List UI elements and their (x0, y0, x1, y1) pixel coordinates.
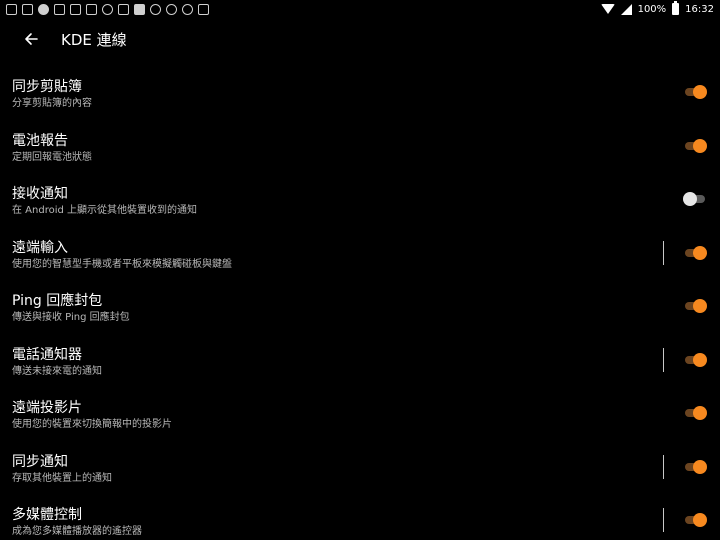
page-title: KDE 連線 (61, 30, 127, 49)
setting-title: 同步通知 (12, 453, 68, 470)
whatsapp-icon (166, 3, 177, 15)
setting-subtitle: 傳送與接收 Ping 回應封包 (12, 312, 130, 323)
app-bar: KDE 連線 (0, 18, 720, 60)
setting-subtitle: 使用您的智慧型手機或者平板來模擬觸碰板與鍵盤 (12, 258, 232, 270)
setting-subtitle: 分享剪貼簿的內容 (12, 98, 92, 109)
setting-subtitle: 存取其他裝置上的通知 (12, 472, 112, 484)
setting-title: 遠端投影片 (12, 400, 82, 416)
mail-icon (22, 3, 33, 15)
back-button[interactable] (17, 25, 45, 53)
setting-subtitle: 在 Android 上顯示從其他裝置收到的通知 (12, 205, 198, 216)
status-bar: 100% 16:32 (0, 0, 720, 18)
settings-divider (663, 347, 664, 372)
instagram-icon (198, 3, 209, 15)
image-icon (134, 3, 145, 15)
toggle-switch[interactable] (683, 513, 708, 527)
battery-percent: 100% (637, 3, 667, 15)
toggle-thumb (693, 352, 707, 367)
settings-row[interactable]: 遠端投影片使用您的裝置來切換簡報中的投影片 (0, 391, 720, 445)
setting-title: 電池報告 (12, 132, 68, 149)
notification-icons (6, 3, 209, 15)
toggle-thumb (693, 459, 707, 474)
setting-subtitle: 成為您多媒體播放器的遙控器 (12, 526, 142, 537)
instagram-icon (70, 3, 81, 15)
setting-title: 電話通知器 (12, 346, 82, 363)
setting-title: 遠端輸入 (12, 239, 68, 256)
settings-row[interactable]: 同步剪貼簿分享剪貼簿的內容 (0, 70, 720, 124)
settings-divider (663, 454, 664, 479)
setting-title: 同步剪貼簿 (12, 79, 82, 95)
setting-subtitle: 傳送未接來電的通知 (12, 365, 102, 377)
settings-row[interactable]: 接收通知在 Android 上顯示從其他裝置收到的通知 (0, 177, 720, 231)
settings-row[interactable]: Ping 回應封包傳送與接收 Ping 回應封包 (0, 284, 720, 338)
toggle-switch[interactable] (683, 192, 708, 206)
toggle-thumb (683, 192, 697, 206)
toggle-thumb (693, 406, 707, 420)
toggle-thumb (693, 85, 707, 99)
settings-divider (663, 240, 664, 265)
settings-row[interactable]: 同步通知存取其他裝置上的通知 (0, 445, 720, 499)
setting-subtitle: 使用您的裝置來切換簡報中的投影片 (12, 419, 172, 430)
instagram-icon (54, 3, 65, 15)
settings-row[interactable]: 多媒體控制成為您多媒體播放器的遙控器 (0, 498, 720, 540)
toggle-thumb (693, 245, 707, 260)
setting-title: Ping 回應封包 (12, 293, 103, 309)
settings-row[interactable]: 電話通知器傳送未接來電的通知 (0, 338, 720, 392)
toggle-thumb (693, 138, 707, 153)
toggle-switch[interactable] (683, 85, 708, 99)
toggle-switch[interactable] (683, 245, 708, 260)
speedometer-icon (102, 3, 113, 15)
instagram-icon (86, 3, 97, 15)
toggle-switch[interactable] (683, 352, 708, 367)
toggle-thumb (693, 513, 707, 527)
plugin-settings-list: 同步剪貼簿分享剪貼簿的內容電池報告定期回報電池狀態接收通知在 Android 上… (0, 70, 720, 540)
setting-title: 接收通知 (12, 186, 68, 202)
toggle-switch[interactable] (683, 138, 708, 153)
toggle-switch[interactable] (683, 406, 708, 420)
spotify-icon (38, 3, 49, 15)
toggle-switch[interactable] (683, 299, 708, 313)
wifi-icon (600, 4, 615, 14)
settings-divider (663, 508, 664, 532)
signal-icon (620, 3, 632, 15)
podcast-icon (150, 3, 161, 15)
toggle-switch[interactable] (683, 459, 708, 474)
setting-subtitle: 定期回報電池狀態 (12, 151, 92, 163)
toggle-thumb (693, 299, 707, 313)
setting-title: 多媒體控制 (12, 507, 82, 523)
sms-icon (6, 3, 17, 15)
settings-row[interactable]: 電池報告定期回報電池狀態 (0, 124, 720, 178)
clock: 16:32 (685, 3, 714, 15)
settings-row[interactable]: 遠端輸入使用您的智慧型手機或者平板來模擬觸碰板與鍵盤 (0, 231, 720, 285)
battery-icon (672, 1, 680, 15)
arrow-back-icon (25, 33, 38, 45)
cloud-icon (118, 3, 129, 15)
location-icon (182, 3, 193, 15)
